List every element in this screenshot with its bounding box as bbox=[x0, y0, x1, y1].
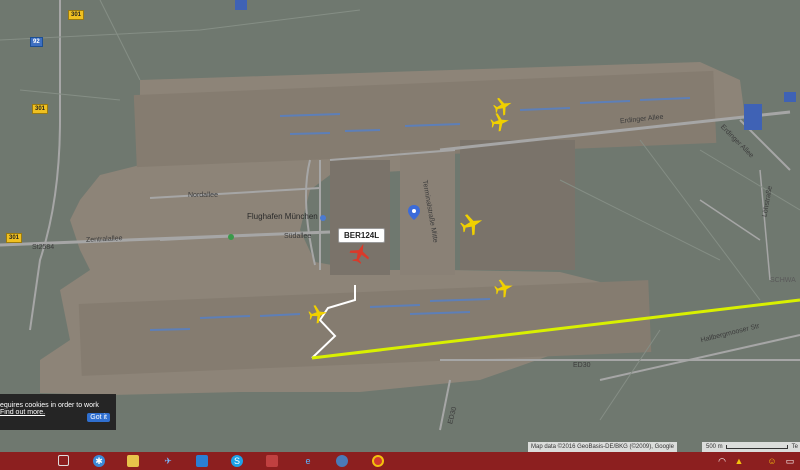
find-out-more-link[interactable]: Find out more. bbox=[0, 409, 45, 416]
lake-3 bbox=[235, 0, 247, 10]
place-label-schwa: SCHWA bbox=[770, 277, 796, 284]
media-icon[interactable] bbox=[266, 455, 278, 467]
taskbar: ✱ ✈ S e ◠ ▲ ☺ ▭ bbox=[0, 452, 800, 470]
cookie-banner: equires cookies in order to work Find ou… bbox=[0, 394, 116, 430]
map-scale: 500 m Te bbox=[702, 442, 800, 452]
got-it-button[interactable]: Got it bbox=[87, 413, 110, 422]
route-label-ed30: ED30 bbox=[573, 362, 591, 369]
route-shield-301: 301 bbox=[32, 104, 49, 114]
smiley-icon[interactable]: ☺ bbox=[766, 455, 778, 467]
terminal-1 bbox=[330, 160, 390, 275]
file-explorer-icon[interactable] bbox=[127, 455, 139, 467]
skype-icon[interactable]: S bbox=[231, 455, 243, 467]
keyboard-icon[interactable]: ▭ bbox=[784, 455, 796, 467]
airport-icon bbox=[320, 215, 326, 221]
chrome-icon[interactable] bbox=[372, 455, 384, 467]
warning-icon[interactable]: ▲ bbox=[733, 455, 745, 467]
road-label-suedallee: Südallee bbox=[284, 233, 312, 240]
route-label-st2584: St2584 bbox=[32, 244, 55, 251]
road-label-nordallee: Nordallee bbox=[188, 192, 218, 199]
task-view-icon[interactable] bbox=[58, 455, 69, 466]
ie-icon[interactable]: e bbox=[302, 455, 314, 467]
scale-right: Te bbox=[791, 444, 798, 450]
route-shield-301: 301 bbox=[68, 10, 85, 20]
flight-label[interactable]: BER124L bbox=[338, 228, 386, 243]
cookie-text: equires cookies in order to work bbox=[0, 402, 99, 409]
lake-1 bbox=[744, 104, 762, 130]
gear-app-icon[interactable]: ✱ bbox=[93, 455, 105, 467]
poi-icon bbox=[228, 234, 234, 240]
route-shield-92: 92 bbox=[30, 37, 43, 47]
scale-label: 500 m bbox=[706, 444, 723, 450]
terminal-satellite bbox=[460, 140, 575, 270]
wifi-icon[interactable]: ◠ bbox=[716, 455, 728, 467]
lake-2 bbox=[784, 92, 796, 102]
plane-app-icon[interactable]: ✈ bbox=[162, 455, 174, 467]
place-label-airport: Flughafen München bbox=[247, 212, 318, 221]
map-attribution: Map data ©2016 GeoBasis-DE/BKG (©2009), … bbox=[528, 442, 677, 452]
store-icon[interactable] bbox=[196, 455, 208, 467]
route-shield-301: 301 bbox=[6, 233, 23, 243]
vpn-icon[interactable] bbox=[336, 455, 348, 467]
map-canvas[interactable] bbox=[0, 0, 800, 452]
scale-bar bbox=[726, 445, 788, 449]
